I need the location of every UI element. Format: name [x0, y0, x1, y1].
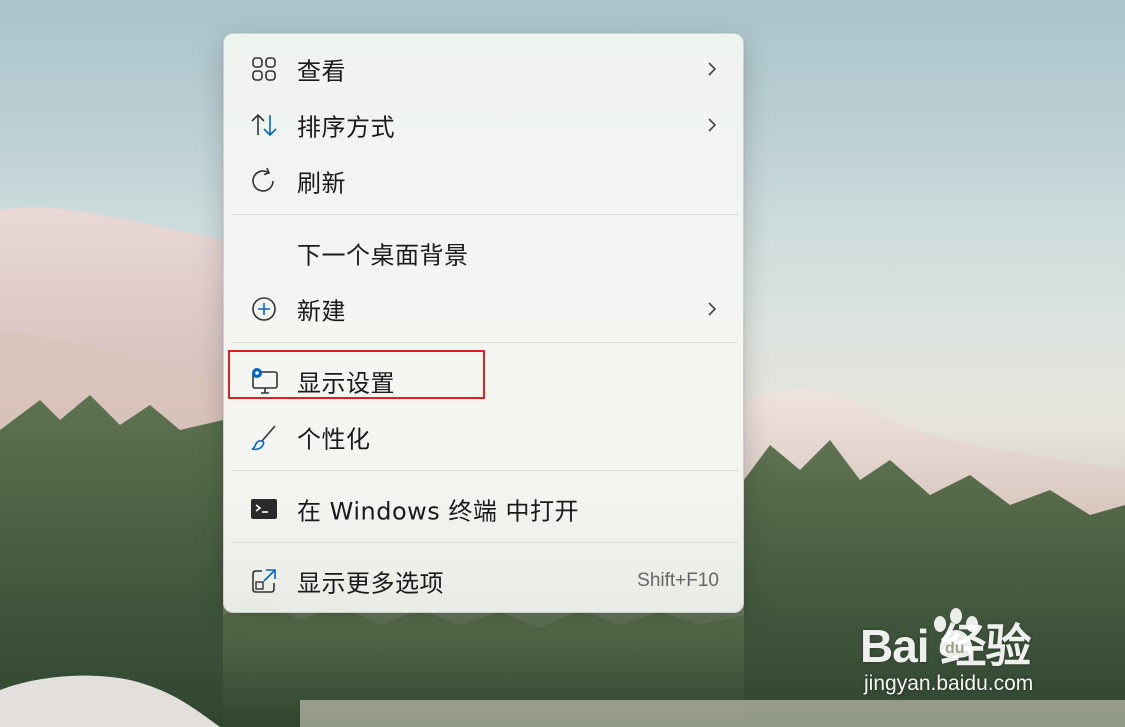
menu-item-view[interactable]: 查看 [224, 46, 745, 92]
menu-item-sort[interactable]: 排序方式 [224, 102, 745, 148]
view-grid-icon [252, 57, 276, 81]
menu-item-label: 刷新 [297, 169, 346, 198]
chevron-right-icon [708, 62, 717, 76]
desktop[interactable]: 查看 排序方式 刷新 下一个桌面背景 新建 显示设置 个性化 在 Windows… [0, 0, 1125, 727]
menu-item-label: 新建 [297, 297, 346, 326]
chevron-right-icon [708, 302, 717, 316]
menu-item-open-terminal[interactable]: 在 Windows 终端 中打开 [224, 486, 745, 532]
menu-separator [231, 470, 738, 471]
menu-item-personalize[interactable]: 个性化 [224, 414, 745, 460]
menu-item-label: 个性化 [297, 425, 371, 454]
refresh-icon [252, 167, 274, 192]
menu-item-refresh[interactable]: 刷新 [224, 158, 745, 204]
chevron-right-icon [708, 118, 717, 132]
menu-item-next-background[interactable]: 下一个桌面背景 [224, 230, 745, 276]
add-circle-icon [252, 297, 276, 321]
sort-arrows-icon [251, 113, 277, 137]
menu-separator [231, 542, 738, 543]
menu-separator [231, 342, 738, 343]
baidu-jingyan-watermark: Bai 经验 du jingyan.baidu.com [858, 604, 1108, 704]
menu-separator [231, 214, 738, 215]
menu-item-new[interactable]: 新建 [224, 286, 745, 332]
menu-item-label: 显示更多选项 [297, 569, 444, 598]
menu-item-label: 在 Windows 终端 中打开 [297, 497, 580, 526]
annotation-highlight-box [228, 350, 485, 399]
menu-item-label: 下一个桌面背景 [297, 241, 469, 270]
baidu-paw-logo-icon: du [934, 608, 978, 658]
open-external-icon [252, 569, 276, 593]
menu-item-label: 排序方式 [297, 113, 395, 142]
svg-text:du: du [945, 640, 965, 657]
menu-item-show-more-options[interactable]: 显示更多选项 Shift+F10 [224, 558, 745, 604]
keyboard-shortcut: Shift+F10 [637, 570, 719, 591]
watermark-url: jingyan.baidu.com [864, 672, 1034, 695]
context-menu: 查看 排序方式 刷新 下一个桌面背景 新建 显示设置 个性化 在 Windows… [223, 33, 744, 613]
terminal-icon [251, 499, 277, 519]
brush-icon [251, 425, 276, 451]
menu-item-label: 查看 [297, 57, 346, 86]
